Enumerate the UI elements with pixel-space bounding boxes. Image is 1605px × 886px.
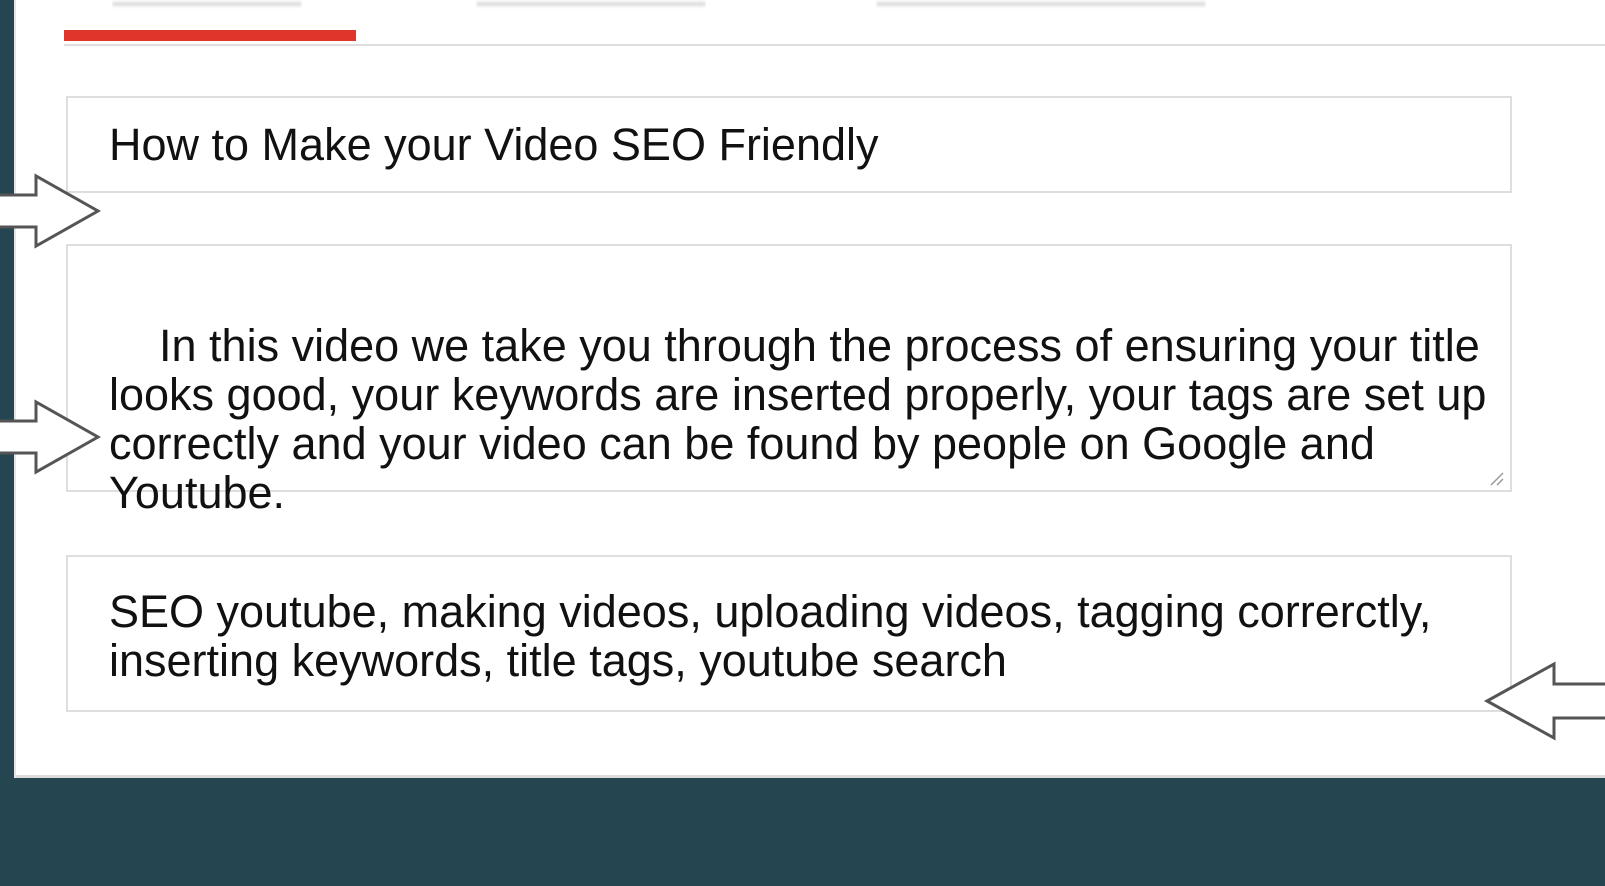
active-tab-indicator [64, 30, 356, 41]
arrow-right-icon [0, 173, 102, 249]
tags-field[interactable]: SEO youtube, making videos, uploading vi… [66, 555, 1512, 712]
resize-handle-icon[interactable] [1488, 470, 1504, 486]
video-details-panel: How to Make your Video SEO Friendly In t… [14, 0, 1605, 778]
description-text: In this video we take you through the pr… [109, 320, 1499, 518]
tab-basic-info[interactable] [112, 0, 302, 14]
description-field[interactable]: In this video we take you through the pr… [66, 244, 1512, 517]
tab-bar [64, 0, 1605, 46]
tab-advanced-settings[interactable] [876, 0, 1206, 14]
title-field[interactable]: How to Make your Video SEO Friendly [66, 96, 1512, 193]
arrow-left-icon [1483, 661, 1605, 741]
arrow-right-icon [0, 399, 102, 475]
tab-translations[interactable] [476, 0, 706, 14]
